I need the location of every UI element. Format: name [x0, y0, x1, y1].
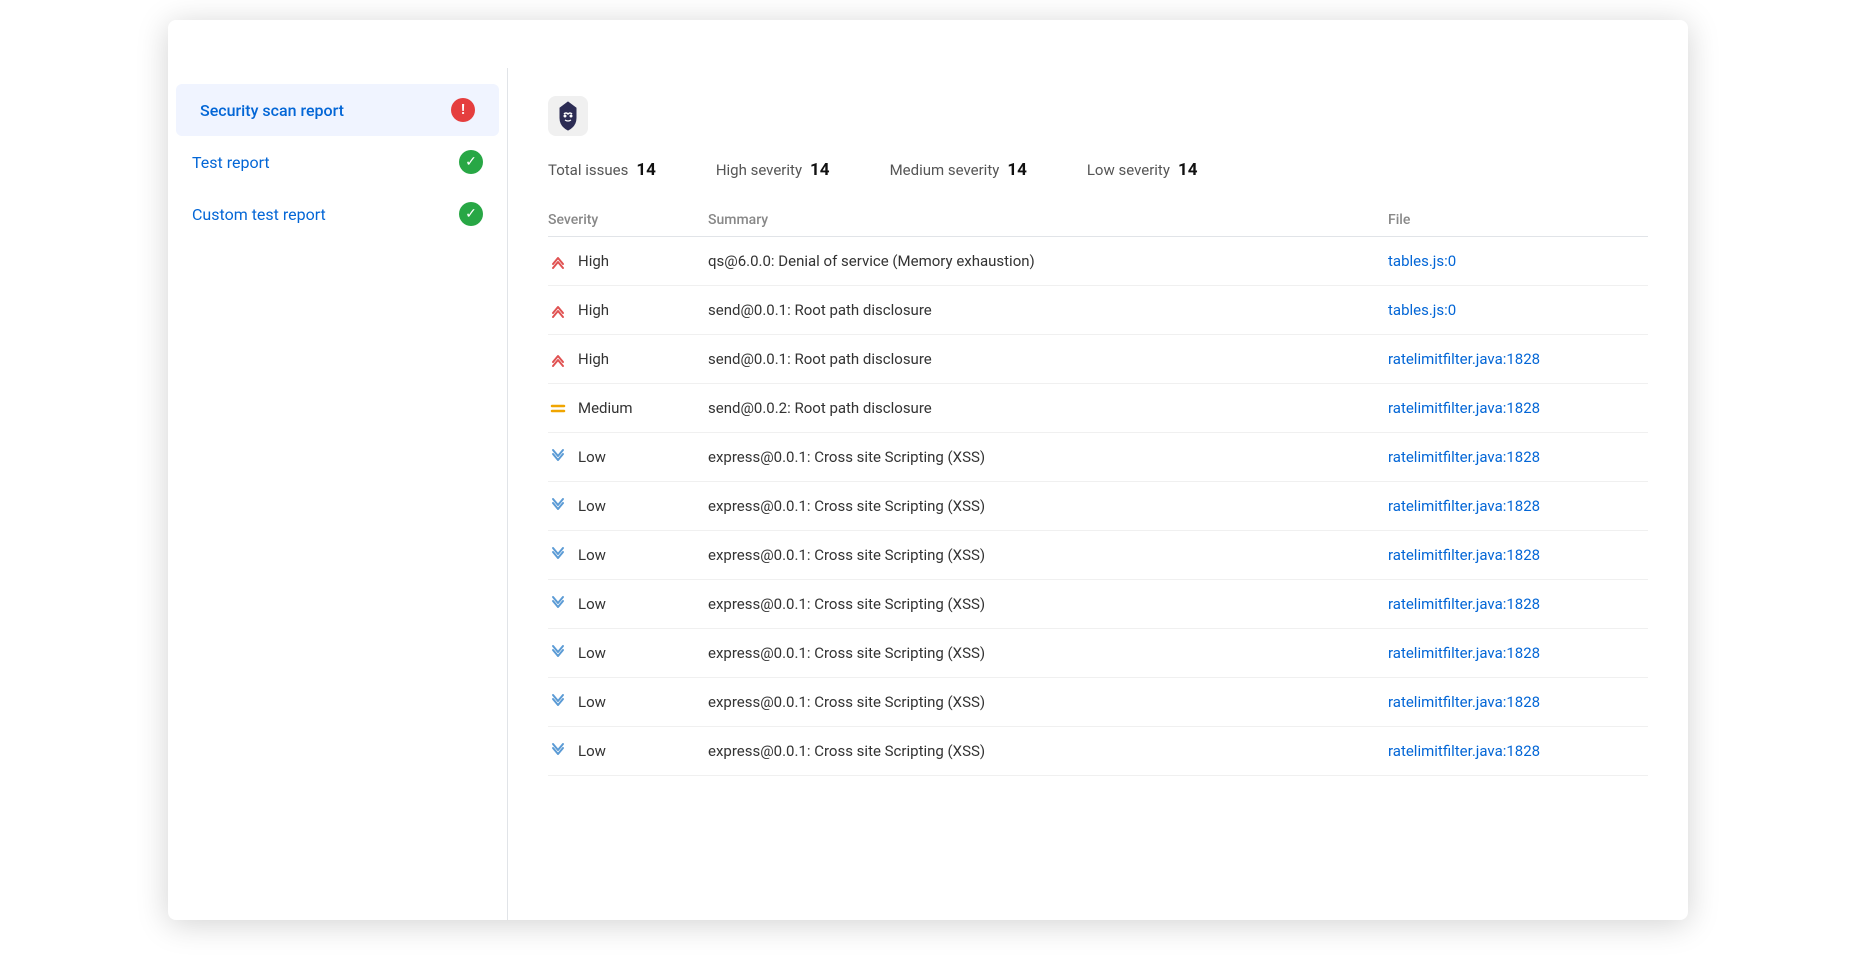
stat-value-3: 14 [1178, 160, 1198, 180]
stat-label-1: High severity [716, 161, 802, 179]
file-link-4[interactable]: ratelimitfilter.java:1828 [1388, 448, 1648, 466]
severity-label-1: High [578, 301, 609, 319]
table-row: Medium send@0.0.2: Root path disclosurera… [548, 384, 1648, 433]
table-body: High qs@6.0.0: Denial of service (Memory … [548, 237, 1648, 776]
snyk-icon [548, 96, 588, 136]
severity-cell-2: High [548, 349, 708, 369]
modal-header [168, 20, 1688, 68]
file-link-1[interactable]: tables.js:0 [1388, 301, 1648, 319]
file-link-7[interactable]: ratelimitfilter.java:1828 [1388, 595, 1648, 613]
summary-cell-7: express@0.0.1: Cross site Scripting (XSS… [708, 595, 1388, 613]
severity-cell-0: High [548, 251, 708, 271]
success-badge-1: ✓ [459, 150, 483, 174]
severity-cell-7: Low [548, 594, 708, 614]
sidebar-status-1: ✓ [459, 150, 483, 174]
file-link-0[interactable]: tables.js:0 [1388, 252, 1648, 270]
table-header: SeveritySummaryFile [548, 204, 1648, 237]
stats-row: Total issues14High severity14Medium seve… [548, 160, 1648, 180]
summary-cell-4: express@0.0.1: Cross site Scripting (XSS… [708, 448, 1388, 466]
severity-cell-1: High [548, 300, 708, 320]
table-row: Low express@0.0.1: Cross site Scripting (… [548, 433, 1648, 482]
stat-item-3: Low severity 14 [1087, 160, 1198, 180]
file-link-2[interactable]: ratelimitfilter.java:1828 [1388, 350, 1648, 368]
severity-cell-4: Low [548, 447, 708, 467]
table-row: Low express@0.0.1: Cross site Scripting (… [548, 629, 1648, 678]
summary-cell-3: send@0.0.2: Root path disclosure [708, 399, 1388, 417]
success-badge-2: ✓ [459, 202, 483, 226]
stat-value-2: 14 [1007, 160, 1027, 180]
file-link-5[interactable]: ratelimitfilter.java:1828 [1388, 497, 1648, 515]
main-content: Total issues14High severity14Medium seve… [508, 68, 1688, 920]
severity-label-7: Low [578, 595, 606, 613]
file-link-10[interactable]: ratelimitfilter.java:1828 [1388, 742, 1648, 760]
table-row: High send@0.0.1: Root path disclosuretabl… [548, 286, 1648, 335]
sidebar-item-1[interactable]: Test report ✓ [168, 136, 507, 188]
severity-cell-9: Low [548, 692, 708, 712]
summary-cell-5: express@0.0.1: Cross site Scripting (XSS… [708, 497, 1388, 515]
severity-label-5: Low [578, 497, 606, 515]
sidebar-item-2[interactable]: Custom test report ✓ [168, 188, 507, 240]
table-col-0: Severity [548, 212, 708, 228]
summary-cell-8: express@0.0.1: Cross site Scripting (XSS… [708, 644, 1388, 662]
table-row: Low express@0.0.1: Cross site Scripting (… [548, 727, 1648, 776]
summary-cell-0: qs@6.0.0: Denial of service (Memory exha… [708, 252, 1388, 270]
stat-value-0: 14 [636, 160, 656, 180]
sidebar-item-0[interactable]: Security scan report! [176, 84, 499, 136]
sidebar-item-label-0: Security scan report [200, 101, 344, 120]
severity-label-6: Low [578, 546, 606, 564]
table-row: Low express@0.0.1: Cross site Scripting (… [548, 678, 1648, 727]
file-link-3[interactable]: ratelimitfilter.java:1828 [1388, 399, 1648, 417]
sidebar-status-2: ✓ [459, 202, 483, 226]
table-row: Low express@0.0.1: Cross site Scripting (… [548, 580, 1648, 629]
stat-item-0: Total issues 14 [548, 160, 656, 180]
table-col-2: File [1388, 212, 1648, 228]
sidebar-status-0: ! [451, 98, 475, 122]
error-badge-0: ! [451, 98, 475, 122]
file-link-8[interactable]: ratelimitfilter.java:1828 [1388, 644, 1648, 662]
summary-cell-9: express@0.0.1: Cross site Scripting (XSS… [708, 693, 1388, 711]
summary-cell-10: express@0.0.1: Cross site Scripting (XSS… [708, 742, 1388, 760]
sidebar: Security scan report!Test report✓Custom … [168, 68, 508, 920]
table-col-1: Summary [708, 212, 1388, 228]
report-header [548, 96, 1648, 140]
report-logo-icon [548, 96, 588, 140]
file-link-6[interactable]: ratelimitfilter.java:1828 [1388, 546, 1648, 564]
stat-item-2: Medium severity 14 [890, 160, 1027, 180]
severity-cell-8: Low [548, 643, 708, 663]
table-row: Low express@0.0.1: Cross site Scripting (… [548, 531, 1648, 580]
table-row: High send@0.0.1: Root path disclosurerate… [548, 335, 1648, 384]
severity-label-0: High [578, 252, 609, 270]
severity-cell-3: Medium [548, 398, 708, 418]
vulnerabilities-table: SeveritySummaryFile High qs@6.0.0: Denial… [548, 204, 1648, 776]
severity-label-10: Low [578, 742, 606, 760]
close-button[interactable] [1640, 44, 1656, 52]
severity-label-8: Low [578, 644, 606, 662]
severity-cell-6: Low [548, 545, 708, 565]
stat-item-1: High severity 14 [716, 160, 830, 180]
summary-cell-6: express@0.0.1: Cross site Scripting (XSS… [708, 546, 1388, 564]
summary-cell-1: send@0.0.1: Root path disclosure [708, 301, 1388, 319]
reports-modal: Security scan report!Test report✓Custom … [168, 20, 1688, 920]
file-link-9[interactable]: ratelimitfilter.java:1828 [1388, 693, 1648, 711]
stat-value-1: 14 [810, 160, 830, 180]
summary-cell-2: send@0.0.1: Root path disclosure [708, 350, 1388, 368]
table-row: Low express@0.0.1: Cross site Scripting (… [548, 482, 1648, 531]
stat-label-2: Medium severity [890, 161, 1000, 179]
stat-label-0: Total issues [548, 161, 628, 179]
severity-cell-10: Low [548, 741, 708, 761]
stat-label-3: Low severity [1087, 161, 1170, 179]
severity-label-2: High [578, 350, 609, 368]
sidebar-item-label-1: Test report [192, 153, 270, 172]
severity-label-9: Low [578, 693, 606, 711]
severity-label-4: Low [578, 448, 606, 466]
table-row: High qs@6.0.0: Denial of service (Memory … [548, 237, 1648, 286]
modal-body: Security scan report!Test report✓Custom … [168, 68, 1688, 920]
severity-cell-5: Low [548, 496, 708, 516]
severity-label-3: Medium [578, 399, 633, 417]
sidebar-item-label-2: Custom test report [192, 205, 326, 224]
